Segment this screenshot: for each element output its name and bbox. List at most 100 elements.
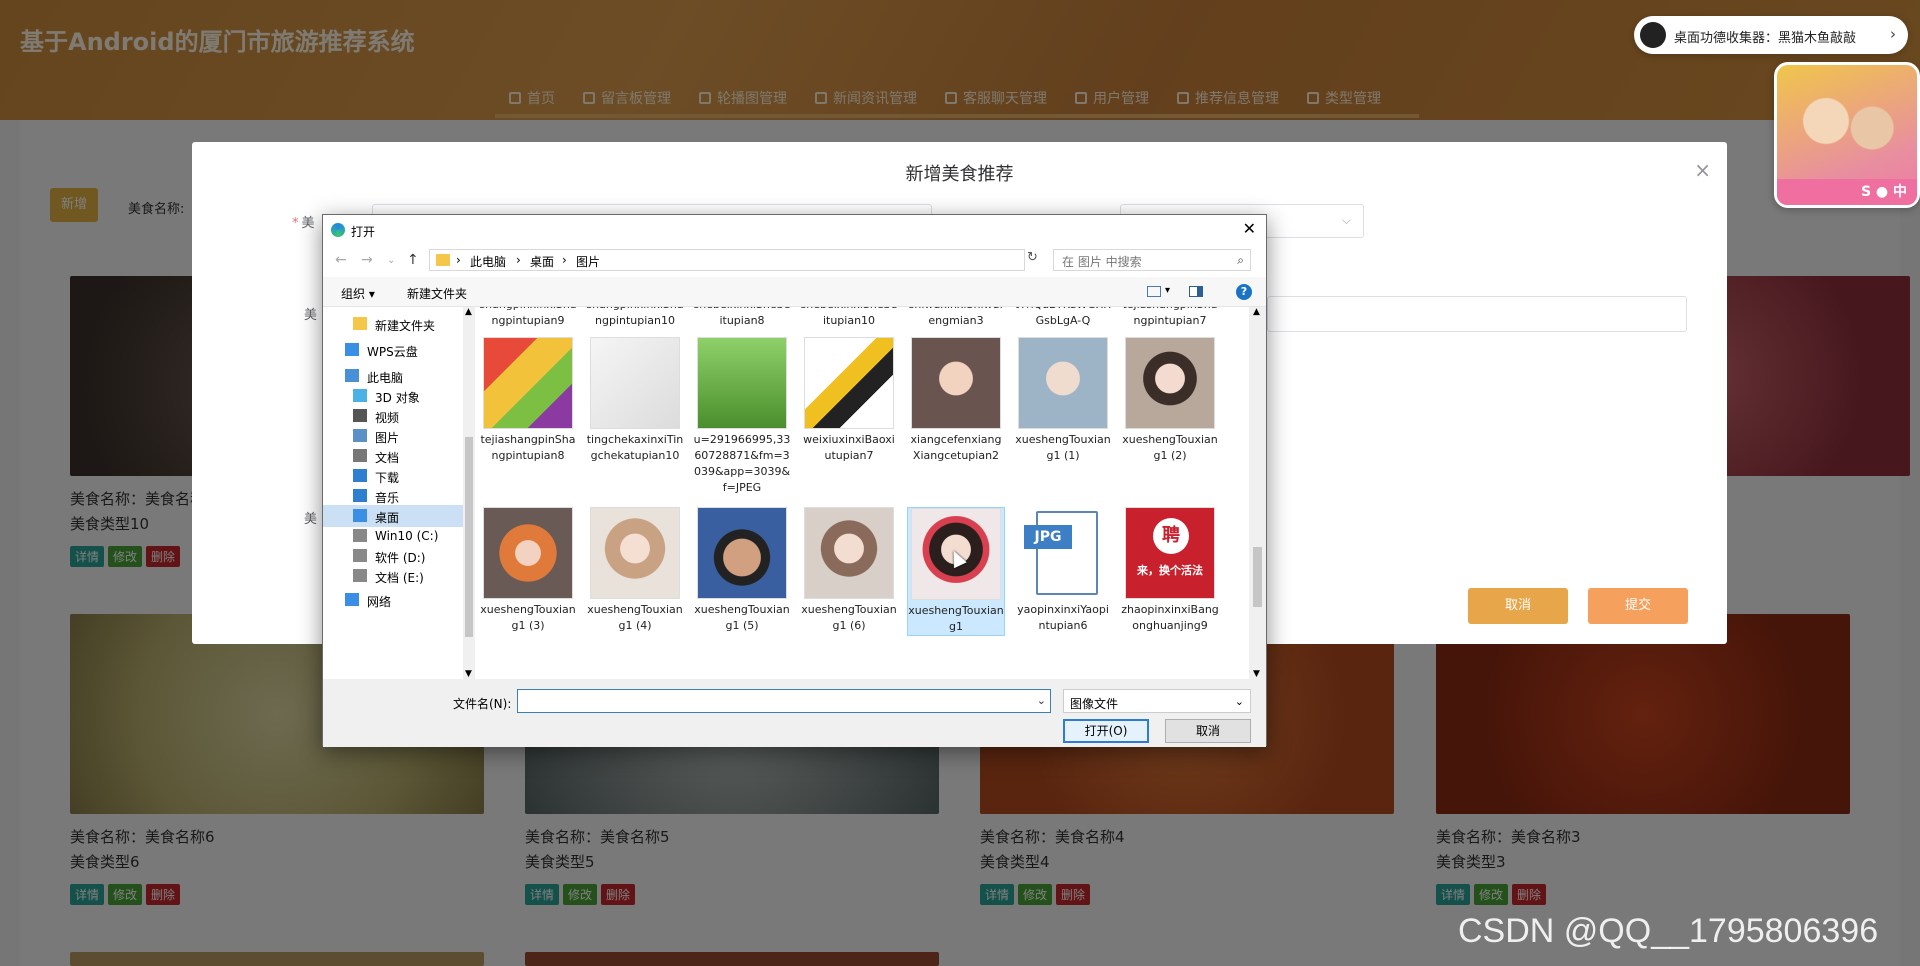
file-name: tingchekaxinxiTingchekatupian10 <box>586 433 684 462</box>
text-input[interactable] <box>1267 296 1687 332</box>
breadcrumb-pictures[interactable]: 图片 <box>576 253 600 270</box>
scroll-thumb[interactable] <box>1253 547 1262 607</box>
breadcrumb-desktop[interactable]: 桌面 <box>530 253 554 270</box>
black-cat-icon <box>1640 22 1666 48</box>
file-name: weixiuxinxiBaoxiutupian7 <box>803 433 895 462</box>
nav-item[interactable]: 文档 (E:) <box>323 565 463 587</box>
file-item[interactable]: xueshengTouxiang1 (3) <box>479 507 577 634</box>
file-item[interactable]: xiangcefenxiangXiangcetupian2 <box>907 337 1005 464</box>
form-label: 美 <box>304 512 318 527</box>
nav-item[interactable]: 文档 <box>323 445 463 467</box>
nav-item[interactable]: 下载 <box>323 465 463 487</box>
image-thumbnail <box>804 337 894 429</box>
file-name[interactable]: shangpinxinxiShangpintupian10 <box>586 307 684 329</box>
file-item[interactable]: 聘来，换个活法 zhaopinxinxiBangonghuanjing9 <box>1121 507 1219 634</box>
nav-item-label: Win10 (C:) <box>375 529 439 543</box>
nav-item-label: 新建文件夹 <box>375 319 436 333</box>
file-item[interactable]: xueshengTouxiang1 <box>907 507 1005 636</box>
nav-item[interactable]: 网络 <box>323 589 463 611</box>
scroll-down-icon[interactable]: ▼ <box>1253 669 1260 679</box>
recent-dropdown-icon[interactable]: ⌄ <box>387 255 395 266</box>
preview-pane-icon[interactable] <box>1189 286 1203 297</box>
nav-item[interactable]: 桌面 <box>323 505 463 527</box>
folder-icon <box>353 317 367 330</box>
video-icon <box>353 409 367 422</box>
dialog-toolbar: 组织 ▾ 新建文件夹 ▾ ? <box>323 277 1266 307</box>
file-name: xueshengTouxiang1 (4) <box>587 603 683 632</box>
nav-item[interactable]: 新建文件夹 <box>323 313 463 335</box>
nav-item-label: WPS云盘 <box>367 345 418 359</box>
notification-toast[interactable]: 桌面功德收集器：黑猫木鱼敲敲 › <box>1634 16 1908 54</box>
filename-input[interactable]: ⌄ <box>517 689 1051 713</box>
close-icon[interactable]: ✕ <box>1243 219 1256 238</box>
file-item[interactable]: tejiashangpinShangpintupian8 <box>479 337 577 464</box>
file-item[interactable]: tingchekaxinxiTingchekatupian10 <box>586 337 684 464</box>
computer-icon <box>345 369 359 382</box>
cube-icon <box>353 389 367 402</box>
file-item[interactable]: xueshengTouxiang1 (5) <box>693 507 791 634</box>
scroll-up-icon[interactable]: ▲ <box>1253 307 1260 317</box>
nav-item-label: 软件 (D:) <box>375 551 426 565</box>
files-scrollbar[interactable]: ▲ ▼ <box>1249 307 1266 679</box>
up-arrow-icon[interactable]: ↑ <box>407 252 419 268</box>
submit-button[interactable]: 提交 <box>1588 588 1688 624</box>
file-name: xueshengTouxiang1 <box>908 604 1004 633</box>
image-thumbnail <box>590 337 680 429</box>
form-label: * 美 <box>292 216 315 231</box>
cancel-button[interactable]: 取消 <box>1165 719 1251 743</box>
nav-item[interactable]: 视频 <box>323 405 463 427</box>
nav-item[interactable]: 软件 (D:) <box>323 545 463 567</box>
chevron-right-icon[interactable]: › <box>1890 25 1896 43</box>
file-name[interactable]: shiwuxinxiShiwufengmian3 <box>907 307 1005 329</box>
nav-item[interactable]: 音乐 <box>323 485 463 507</box>
file-name[interactable]: shebeixinxiShebeitupian8 <box>693 307 791 329</box>
file-name[interactable]: tYriQaBYKuWGXRGsbLgA-Q <box>1014 307 1112 329</box>
breadcrumb-this-pc[interactable]: 此电脑 <box>470 253 506 270</box>
nav-item[interactable]: 3D 对象 <box>323 385 463 407</box>
open-button[interactable]: 打开(O) <box>1063 719 1149 743</box>
avatar-widget[interactable]: S ● 中 <box>1774 62 1920 208</box>
drive-icon <box>353 529 367 542</box>
scroll-down-icon[interactable]: ▼ <box>465 669 472 679</box>
nav-item[interactable]: 此电脑 <box>323 365 463 387</box>
nav-item-label: 图片 <box>375 431 400 445</box>
file-item[interactable]: weixiuxinxiBaoxiutupian7 <box>800 337 898 464</box>
help-icon[interactable]: ? <box>1236 284 1252 300</box>
nav-item-label: 下载 <box>375 471 400 485</box>
scroll-thumb[interactable] <box>465 437 473 637</box>
new-folder-button[interactable]: 新建文件夹 <box>407 285 467 302</box>
dialog-titlebar[interactable]: 打开 ✕ <box>323 215 1266 245</box>
chevron-down-icon[interactable]: ⌄ <box>1037 694 1046 707</box>
search-input[interactable]: 在 图片 中搜索 ⌕ <box>1053 249 1251 271</box>
cancel-button[interactable]: 取消 <box>1468 588 1568 624</box>
address-bar[interactable]: › 此电脑 › 桌面 › 图片 ⌄ <box>429 249 1119 271</box>
chevron-down-icon[interactable]: ▾ <box>1165 285 1170 296</box>
image-thumbnail <box>911 337 1001 429</box>
image-thumbnail <box>697 507 787 599</box>
file-name: xueshengTouxiang1 (5) <box>694 603 790 632</box>
nav-item[interactable]: 图片 <box>323 425 463 447</box>
close-icon[interactable]: × <box>1694 158 1711 182</box>
organize-button[interactable]: 组织 ▾ <box>341 285 375 302</box>
scroll-up-icon[interactable]: ▲ <box>465 307 472 317</box>
file-item[interactable]: xueshengTouxiang1 (1) <box>1014 337 1112 464</box>
refresh-icon[interactable]: ↻ <box>1027 250 1038 265</box>
filetype-select[interactable]: 图像文件 ⌄ <box>1063 689 1251 713</box>
file-name[interactable]: tejiashangpinShangpintupian7 <box>1121 307 1219 329</box>
forward-arrow-icon[interactable]: → <box>361 252 373 268</box>
file-item[interactable]: xueshengTouxiang1 (2) <box>1121 337 1219 464</box>
nav-item[interactable]: Win10 (C:) <box>323 525 463 547</box>
file-item[interactable]: JPG yaopinxinxiYaopintupian6 <box>1014 507 1112 634</box>
music-icon <box>353 489 367 502</box>
file-item[interactable]: u=291966995,3360728871&fm=3039&app=3039&… <box>693 337 791 496</box>
widget-badge: S ● 中 <box>1777 179 1917 205</box>
filename-label: 文件名(N): <box>453 697 512 711</box>
nav-scrollbar[interactable]: ▲ ▼ <box>463 307 475 679</box>
file-name[interactable]: shebeixinxiShebeitupian10 <box>800 307 898 329</box>
file-item[interactable]: xueshengTouxiang1 (4) <box>586 507 684 634</box>
view-options-icon[interactable] <box>1147 286 1161 297</box>
nav-item[interactable]: WPS云盘 <box>323 339 463 361</box>
back-arrow-icon[interactable]: ← <box>335 252 347 268</box>
file-item[interactable]: xueshengTouxiang1 (6) <box>800 507 898 634</box>
file-name[interactable]: shangpinxinxiShangpintupian9 <box>479 307 577 329</box>
